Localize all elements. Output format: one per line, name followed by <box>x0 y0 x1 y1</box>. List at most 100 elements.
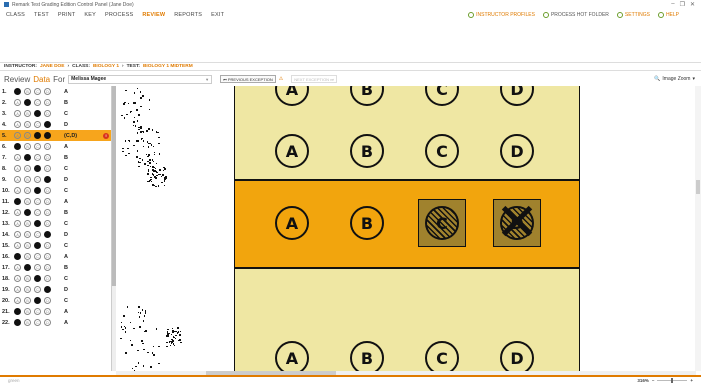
menu-item-review[interactable]: REVIEW <box>142 12 165 18</box>
answer-bubble[interactable]: D <box>44 231 51 238</box>
help-link[interactable]: HELP <box>657 11 679 18</box>
answer-bubble[interactable]: C <box>34 308 41 315</box>
answer-bubble[interactable]: C <box>34 286 41 293</box>
answer-bubble[interactable]: A <box>14 253 21 260</box>
answer-bubble[interactable]: B <box>24 121 31 128</box>
menu-item-print[interactable]: PRINT <box>58 12 76 18</box>
scroll-thumb[interactable] <box>696 180 700 194</box>
answer-bubble[interactable]: C <box>34 132 41 139</box>
answer-bubble[interactable]: B <box>24 319 31 326</box>
answer-row[interactable]: 15. A B C D C <box>0 240 111 251</box>
answer-row[interactable]: 12. A B C D B <box>0 207 111 218</box>
answer-bubble[interactable]: D <box>44 99 51 106</box>
image-vertical-scrollbar[interactable] <box>695 86 701 371</box>
instructor-profiles-link[interactable]: INSTRUCTOR PROFILES <box>468 11 535 18</box>
answer-bubble[interactable]: D <box>44 264 51 271</box>
answer-bubble[interactable]: B <box>24 154 31 161</box>
answer-bubble[interactable]: D <box>44 121 51 128</box>
answer-bubble[interactable]: A <box>14 297 21 304</box>
answer-bubble[interactable]: D <box>44 110 51 117</box>
menu-item-test[interactable]: TEST <box>34 12 49 18</box>
answer-row[interactable]: 3. A B C D C <box>0 108 111 119</box>
answer-bubble[interactable]: D <box>44 242 51 249</box>
answer-bubble[interactable]: C <box>34 187 41 194</box>
answer-bubble[interactable]: C <box>34 154 41 161</box>
close-icon[interactable]: ✕ <box>690 1 695 8</box>
instructor-value[interactable]: JANE DOE <box>40 64 65 69</box>
zoom-slider[interactable] <box>657 378 688 383</box>
answer-bubble[interactable]: C <box>34 275 41 282</box>
answer-bubble[interactable]: B <box>24 187 31 194</box>
answer-bubble[interactable]: C <box>34 88 41 95</box>
class-value[interactable]: BIOLOGY 1 <box>93 64 119 69</box>
test-value[interactable]: BIOLOGY 1 MIDTERM <box>143 64 193 69</box>
answer-bubble[interactable]: D <box>44 286 51 293</box>
answer-bubble[interactable]: B <box>24 220 31 227</box>
answer-bubble[interactable]: B <box>24 198 31 205</box>
answer-bubble[interactable]: C <box>34 209 41 216</box>
answer-bubble[interactable]: B <box>24 209 31 216</box>
settings-link[interactable]: SETTINGS <box>616 11 650 18</box>
answer-bubble[interactable]: C <box>34 198 41 205</box>
answer-bubble[interactable]: D <box>44 154 51 161</box>
answer-row[interactable]: 2. A B C D B <box>0 97 111 108</box>
answer-bubble[interactable]: A <box>14 187 21 194</box>
answer-bubble[interactable]: B <box>24 110 31 117</box>
answer-bubble[interactable]: B <box>24 253 31 260</box>
answer-bubble[interactable]: A <box>14 275 21 282</box>
answer-bubble[interactable]: B <box>24 286 31 293</box>
answer-bubble[interactable]: B <box>24 264 31 271</box>
answer-bubble[interactable]: C <box>34 253 41 260</box>
answer-bubble[interactable]: A <box>14 110 21 117</box>
answer-bubble[interactable]: C <box>34 220 41 227</box>
answer-bubble[interactable]: D <box>44 319 51 326</box>
next-exception-button[interactable]: NEXT EXCEPTION ⏭ <box>291 75 337 83</box>
answer-bubble[interactable]: A <box>14 143 21 150</box>
answer-bubble[interactable]: D <box>44 187 51 194</box>
restore-icon[interactable]: ❐ <box>680 1 685 8</box>
answer-bubble[interactable]: D <box>44 297 51 304</box>
answer-row[interactable]: 6. A B C D A <box>0 141 111 152</box>
answer-bubble[interactable]: B <box>24 242 31 249</box>
answer-bubble[interactable]: A <box>14 165 21 172</box>
menu-item-class[interactable]: CLASS <box>6 12 25 18</box>
menu-item-reports[interactable]: REPORTS <box>174 12 202 18</box>
answer-bubble[interactable]: B <box>24 231 31 238</box>
answer-bubble[interactable]: B <box>24 132 31 139</box>
answer-bubble[interactable]: A <box>14 99 21 106</box>
answer-row[interactable]: 11. A B C D A <box>0 196 111 207</box>
answer-bubble[interactable]: B <box>24 308 31 315</box>
answer-bubble[interactable]: C <box>34 264 41 271</box>
answer-row[interactable]: 4. A B C D D <box>0 119 111 130</box>
answer-row[interactable]: 17. A B C D B <box>0 262 111 273</box>
answer-bubble[interactable]: A <box>14 220 21 227</box>
answer-bubble[interactable]: A <box>14 308 21 315</box>
answer-bubble[interactable]: C <box>34 110 41 117</box>
answer-row[interactable]: 22. A B C D A <box>0 317 111 328</box>
answer-row[interactable]: 19. A B C D D <box>0 284 111 295</box>
answer-bubble[interactable]: B <box>24 165 31 172</box>
answer-bubble[interactable]: C <box>34 319 41 326</box>
answer-bubble[interactable]: D <box>44 143 51 150</box>
answer-bubble[interactable]: A <box>14 242 21 249</box>
answer-bubble[interactable]: A <box>14 176 21 183</box>
answer-bubble[interactable]: A <box>14 121 21 128</box>
answer-row[interactable]: 7. A B C D B <box>0 152 111 163</box>
minimize-icon[interactable]: – <box>671 1 674 8</box>
answer-bubble[interactable]: D <box>44 253 51 260</box>
answer-bubble[interactable]: A <box>14 154 21 161</box>
answer-row[interactable]: 21. A B C D A <box>0 306 111 317</box>
answer-bubble[interactable]: B <box>24 143 31 150</box>
answer-bubble[interactable]: B <box>24 88 31 95</box>
answer-row[interactable]: 13. A B C D C <box>0 218 111 229</box>
answer-bubble[interactable]: C <box>34 176 41 183</box>
answer-bubble[interactable]: A <box>14 132 21 139</box>
menu-item-key[interactable]: KEY <box>84 12 96 18</box>
answer-bubble[interactable]: D <box>44 176 51 183</box>
answer-bubble[interactable]: B <box>24 99 31 106</box>
answer-bubble[interactable]: D <box>44 165 51 172</box>
answer-bubble[interactable]: D <box>44 220 51 227</box>
answer-row[interactable]: 14. A B C D D <box>0 229 111 240</box>
answer-bubble[interactable]: D <box>44 209 51 216</box>
answer-row[interactable]: 5. A B C D (C,D)! <box>0 130 111 141</box>
